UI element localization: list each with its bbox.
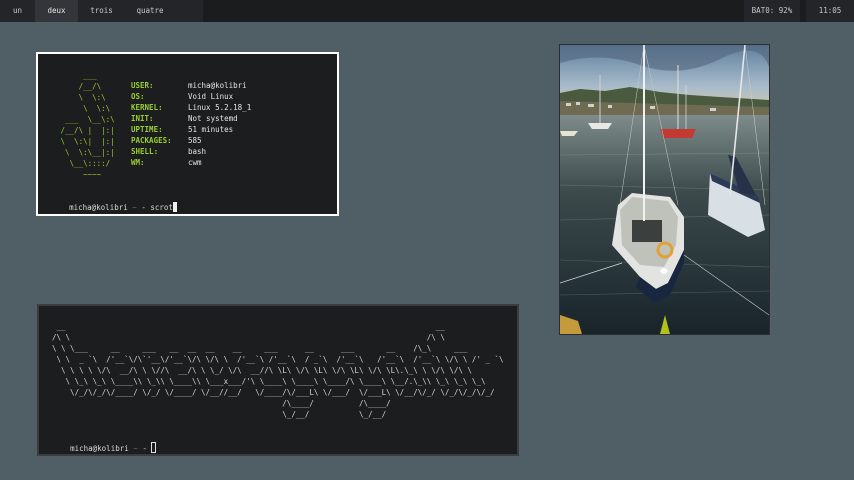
- info-key: KERNEL:: [131, 103, 163, 112]
- info-key: WM:: [131, 158, 145, 167]
- prompt-command: - scrot: [141, 203, 173, 212]
- info-key: INIT:: [131, 114, 154, 123]
- battery-status: BAT0: 92%: [744, 0, 800, 22]
- image-viewer-window[interactable]: [559, 44, 770, 335]
- info-value: cwm: [188, 158, 202, 167]
- prompt-cwd: ~: [128, 444, 143, 453]
- info-value: Void Linux: [188, 92, 234, 101]
- info-key: SHELL:: [131, 147, 159, 156]
- sailboat-photo: [560, 45, 769, 334]
- info-value: 585: [188, 136, 202, 145]
- info-key: UPTIME:: [131, 125, 163, 134]
- banner-terminal-window[interactable]: __ __ /\ \ /\ \ \ \ \___ __ ___ __ __ __…: [37, 304, 519, 456]
- workspace-un[interactable]: un: [0, 0, 35, 22]
- info-key: USER:: [131, 81, 154, 90]
- void-linux-ascii-logo: ___ /__/\ \ \:\ \ \:\ ___ \__\:\ /__/\ |…: [60, 71, 115, 179]
- info-key: PACKAGES:: [131, 136, 172, 145]
- workspace-deux[interactable]: deux: [35, 0, 78, 22]
- shell-prompt[interactable]: micha@kolibri ~ -: [52, 431, 157, 454]
- info-value: Linux 5.2.18_1: [188, 103, 252, 112]
- workspace-quatre[interactable]: quatre: [125, 0, 175, 22]
- text-cursor: [172, 202, 177, 212]
- figlet-banner: __ __ /\ \ /\ \ \ \ \___ __ ___ __ __ __…: [52, 322, 504, 419]
- prompt-cwd: ~: [127, 203, 142, 212]
- prompt-command: -: [142, 444, 152, 453]
- text-cursor: [151, 442, 157, 453]
- info-key: OS:: [131, 92, 145, 101]
- status-bar: un deux trois quatre BAT0: 92% 11:05: [0, 0, 854, 22]
- info-value: micha@kolibri: [188, 81, 247, 90]
- workspace-switcher: un deux trois quatre: [0, 0, 203, 22]
- clock: 11:05: [806, 0, 854, 22]
- info-value: Not systemd: [188, 114, 238, 123]
- prompt-user: micha@kolibri: [69, 203, 128, 212]
- shell-prompt[interactable]: micha@kolibri ~ - scrot: [51, 191, 177, 214]
- prompt-user: micha@kolibri: [70, 444, 129, 453]
- info-value: 51 minutes: [188, 125, 234, 134]
- workspace-trois[interactable]: trois: [78, 0, 125, 22]
- info-value: bash: [188, 147, 207, 156]
- fetch-terminal-window[interactable]: ___ /__/\ \ \:\ \ \:\ ___ \__\:\ /__/\ |…: [36, 52, 339, 216]
